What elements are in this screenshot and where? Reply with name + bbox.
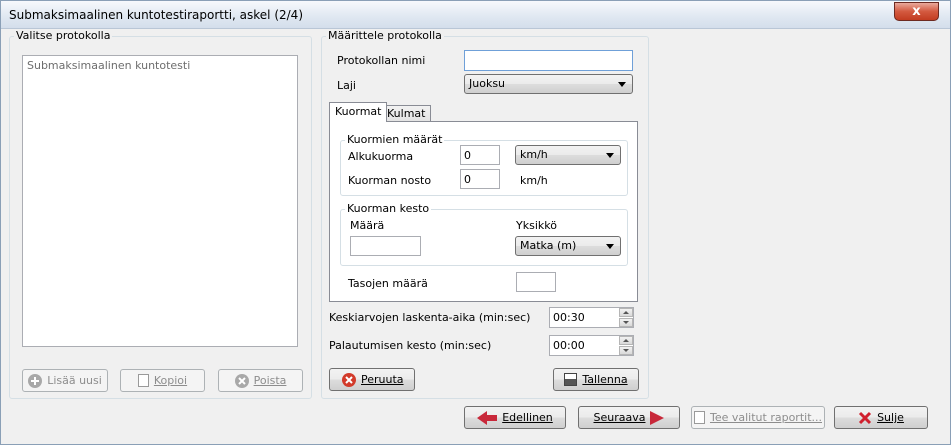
levels-label: Tasojen määrä [348,277,428,290]
delete-label: Poista [253,374,287,387]
close-icon [859,411,872,424]
window-title: Submaksimaalinen kuntotestiraportti, ask… [9,8,303,22]
sport-select[interactable]: Juoksu [464,74,633,94]
sport-label: Laji [337,79,356,92]
cancel-icon [342,372,356,387]
floppy-disk-icon [564,373,578,386]
previous-button[interactable]: Edellinen [464,406,566,429]
cancel-label: Peruuta [361,373,404,386]
tab-panel-kuormat: Kuormien määrät Alkukuorma 0 km/h Kuorma… [329,121,638,302]
close-button[interactable]: Sulje [834,406,928,429]
define-protocol-label: Määrittele protokolla [326,29,444,42]
dialog-window: Submaksimaalinen kuntotestiraportti, ask… [0,0,951,445]
chevron-down-icon [606,153,614,158]
select-protocol-label: Valitse protokolla [14,29,113,42]
avg-calc-spinner[interactable]: 00:30 [549,307,634,328]
delete-icon [234,373,249,388]
tab-kuormat[interactable]: Kuormat [329,102,388,122]
chevron-down-icon [618,82,626,87]
spin-down-icon[interactable] [619,318,633,327]
copy-button[interactable]: Kopioi [120,369,205,392]
next-button[interactable]: Seuraava [578,406,680,429]
document-icon [137,374,149,387]
copy-label: Kopioi [153,374,188,387]
start-load-input[interactable]: 0 [460,145,500,165]
arrow-right-icon [650,410,665,425]
start-load-label: Alkukuorma [348,150,414,163]
cancel-button[interactable]: Peruuta [329,368,415,391]
title-bar: Submaksimaalinen kuntotestiraportti, ask… [1,1,950,29]
protocol-name-label: Protokollan nimi [337,54,426,67]
start-load-unit-select[interactable]: km/h [515,145,621,165]
document-icon [693,411,705,424]
close-window-button[interactable]: x [894,2,939,21]
unit-label: Yksikkö [516,219,557,232]
load-increase-label: Kuorman nosto [348,174,432,187]
duration-unit-select[interactable]: Matka (m) [515,236,621,256]
add-new-label: Lisää uusi [47,374,102,387]
spin-down-icon[interactable] [619,346,633,355]
recovery-value: 00:00 [553,339,585,352]
levels-input[interactable] [516,272,556,292]
load-duration-label: Kuorman kesto [345,202,432,215]
avg-calc-label: Keskiarvojen laskenta-aika (min:sec) [329,311,531,324]
add-new-button[interactable]: Lisää uusi [22,369,108,392]
sport-select-value: Juoksu [469,77,506,90]
chevron-down-icon [606,244,614,249]
load-increase-unit: km/h [520,174,548,187]
avg-calc-value: 00:30 [553,311,585,324]
tab-kulmat[interactable]: Kulmat [381,105,432,122]
protocol-list[interactable]: Submaksimaalinen kuntotesti [22,55,298,347]
plus-icon [28,373,43,388]
spin-up-icon[interactable] [619,308,633,317]
save-label: Tallenna [582,373,628,386]
amount-label: Määrä [350,219,385,232]
close-label: Sulje [877,411,904,424]
select-protocol-group: Valitse protokolla Submaksimaalinen kunt… [9,30,312,399]
duration-unit-value: Matka (m) [520,239,577,252]
recovery-label: Palautumisen kesto (min:sec) [329,339,492,352]
start-load-unit-value: km/h [520,148,548,161]
delete-button[interactable]: Poista [218,369,303,392]
spin-up-icon[interactable] [619,336,633,345]
load-increase-input[interactable]: 0 [460,169,500,189]
next-label: Seuraava [593,411,646,424]
close-icon: x [912,4,921,19]
amount-input[interactable] [350,236,421,256]
recovery-spinner[interactable]: 00:00 [549,335,634,356]
previous-label: Edellinen [502,411,553,424]
protocol-name-input[interactable] [464,50,633,71]
make-reports-label: Tee valitut raportit... [709,411,822,424]
arrow-left-icon [477,410,498,425]
list-item[interactable]: Submaksimaalinen kuntotesti [27,59,190,72]
load-amounts-label: Kuormien määrät [345,133,445,146]
make-reports-button[interactable]: Tee valitut raportit... [691,406,825,429]
save-button[interactable]: Tallenna [553,368,639,391]
